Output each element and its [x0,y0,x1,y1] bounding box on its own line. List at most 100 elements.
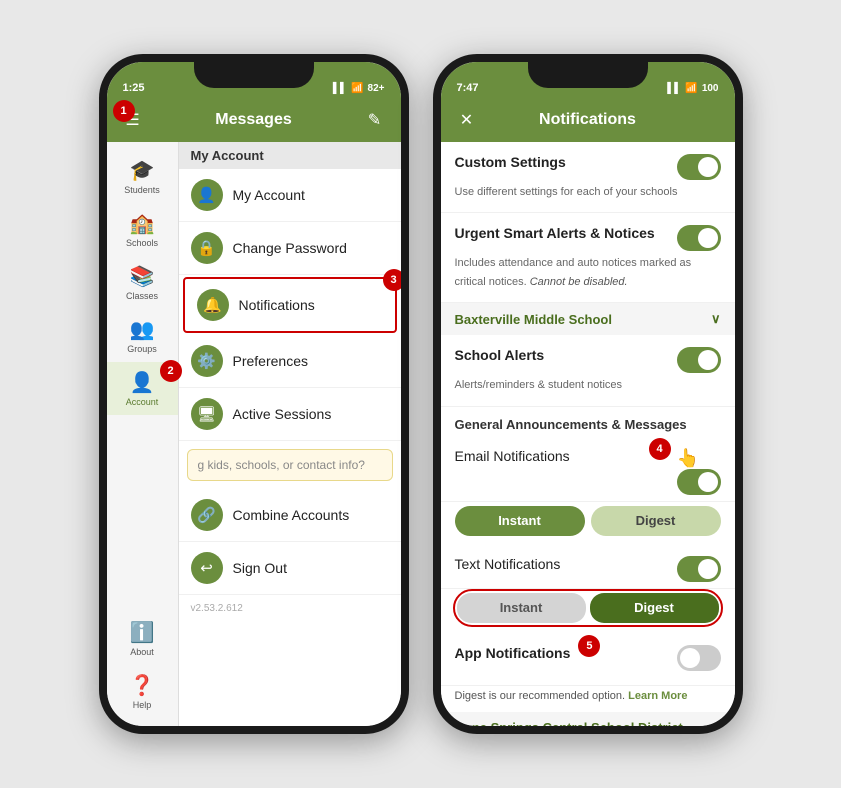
learn-more-link[interactable]: Learn More [628,690,687,702]
sidebar-item-account[interactable]: 👤 Account 2 [107,362,178,415]
text-digest-button[interactable]: Digest [590,593,719,623]
menu-item-preferences[interactable]: ⚙️ Preferences [179,335,401,388]
top-bar-left: ☰ 1 Messages ✎ [107,98,401,142]
schools-icon: 🏫 [130,211,155,236]
section-header-my-account: My Account [179,142,401,169]
notifications-icon: 🔔 [197,289,229,321]
badge-1: 1 [113,100,135,122]
change-password-icon: 🔒 [191,232,223,264]
email-digest-button[interactable]: Digest [591,506,721,536]
text-instant-button[interactable]: Instant [457,593,586,623]
signal-right: ▌▌ [667,83,681,94]
hope-springs-section[interactable]: Hope Springs Central School District ∧ [441,712,735,726]
sidebar-label-classes: Classes [126,291,158,301]
badge-5: 5 [578,635,600,657]
sidebar-label-about: About [130,647,154,657]
combine-accounts-label: Combine Accounts [233,507,350,523]
sidebar-label-students: Students [124,185,160,195]
app-notifications-title: App Notifications 5 [455,645,571,661]
change-password-label: Change Password [233,240,347,256]
badge-3: 3 [383,269,401,291]
notch [194,62,314,88]
urgent-alerts-title: Urgent Smart Alerts & Notices [455,225,655,241]
custom-settings-toggle[interactable] [677,154,721,180]
text-toggle[interactable] [677,556,721,582]
email-notifications-row: Email Notifications 4 👆 [441,436,735,502]
email-btn-row: Instant Digest [441,502,735,544]
cursor-hand-icon: 👆 [677,448,699,468]
urgent-alerts-desc: Includes attendance and auto notices mar… [455,257,692,287]
preferences-label: Preferences [233,353,308,369]
menu-item-change-password[interactable]: 🔒 Change Password [179,222,401,275]
school-alerts-row: School Alerts Alerts/reminders & student… [441,335,735,406]
sidebar-label-groups: Groups [127,344,157,354]
custom-settings-row: Custom Settings Use different settings f… [441,142,735,213]
classes-icon: 📚 [130,264,155,289]
hope-springs-chevron: ∧ [711,720,721,726]
phone-content-left: 🎓 Students 🏫 Schools 📚 Classes 👥 Groups … [107,142,401,726]
notch-right [528,62,648,88]
sidebar-item-about[interactable]: ℹ️ About [126,612,159,665]
custom-settings-title: Custom Settings [455,154,566,170]
my-account-icon: 👤 [191,179,223,211]
sidebar-label-schools: Schools [126,238,158,248]
top-bar-title-right: Notifications [539,111,636,129]
text-btn-row-highlighted: Instant Digest [453,589,723,627]
combine-accounts-icon: 🔗 [191,499,223,531]
sign-out-label: Sign Out [233,560,287,576]
text-notifications-row: Text Notifications [441,544,735,589]
main-menu: My Account 👤 My Account 🔒 Change Passwor… [179,142,401,726]
school-alerts-toggle[interactable] [677,347,721,373]
school-alerts-desc: Alerts/reminders & student notices [455,379,623,391]
sidebar-item-help[interactable]: ❓ Help [126,665,159,718]
custom-settings-desc: Use different settings for each of your … [455,186,678,198]
digest-note: Digest is our recommended option. Learn … [441,686,735,712]
about-icon: ℹ️ [130,620,155,645]
menu-item-my-account[interactable]: 👤 My Account [179,169,401,222]
sidebar-item-schools[interactable]: 🏫 Schools [107,203,178,256]
account-icon: 👤 [130,370,155,395]
email-toggle[interactable] [677,469,721,495]
school-alerts-title: School Alerts [455,347,545,363]
time-left: 1:25 [123,82,145,94]
notifications-content: Custom Settings Use different settings f… [441,142,735,726]
baxterville-name: Baxterville Middle School [455,312,613,327]
sidebar-item-groups[interactable]: 👥 Groups [107,309,178,362]
baxterville-chevron: ∨ [711,311,721,327]
menu-item-sign-out[interactable]: ↩ Sign Out [179,542,401,595]
sidebar: 🎓 Students 🏫 Schools 📚 Classes 👥 Groups … [107,142,179,726]
menu-icon[interactable]: ☰ 1 [119,106,147,134]
active-sessions-label: Active Sessions [233,406,332,422]
sidebar-label-help: Help [133,700,152,710]
students-icon: 🎓 [130,158,155,183]
menu-item-notifications[interactable]: 🔔 Notifications [183,277,397,333]
top-bar-right: ✕ Notifications [441,98,735,142]
sidebar-item-students[interactable]: 🎓 Students [107,150,178,203]
email-notifications-title: Email Notifications [455,448,570,464]
groups-icon: 👥 [130,317,155,342]
urgent-alerts-toggle[interactable] [677,225,721,251]
notifications-label: Notifications [239,297,315,313]
email-instant-button[interactable]: Instant [455,506,585,536]
sign-out-icon: ↩ [191,552,223,584]
text-notifications-title: Text Notifications [455,556,561,572]
menu-item-combine-accounts[interactable]: 🔗 Combine Accounts [179,489,401,542]
battery-right: 100 [702,83,719,94]
active-sessions-icon: 🖥 [191,398,223,430]
close-icon[interactable]: ✕ [453,106,481,134]
app-notifications-row: App Notifications 5 [441,633,735,686]
badge-2: 2 [160,360,182,382]
hope-springs-name: Hope Springs Central School District [455,720,683,726]
general-announcements-label: General Announcements & Messages [441,407,735,436]
edit-icon[interactable]: ✎ [361,106,389,134]
urgent-alerts-row: Urgent Smart Alerts & Notices Includes a… [441,213,735,303]
yellow-banner: g kids, schools, or contact info? [187,449,393,481]
my-account-label: My Account [233,187,305,203]
signal-left: ▌▌ [333,83,347,94]
sidebar-item-classes[interactable]: 📚 Classes [107,256,178,309]
baxterville-section[interactable]: Baxterville Middle School ∨ [441,303,735,335]
right-phone: 7:47 ▌▌ 📶 100 ✕ Notifications Custom Set… [433,54,743,734]
battery-left: 82+ [368,83,385,94]
menu-item-active-sessions[interactable]: 🖥 Active Sessions [179,388,401,441]
app-toggle[interactable] [677,645,721,671]
